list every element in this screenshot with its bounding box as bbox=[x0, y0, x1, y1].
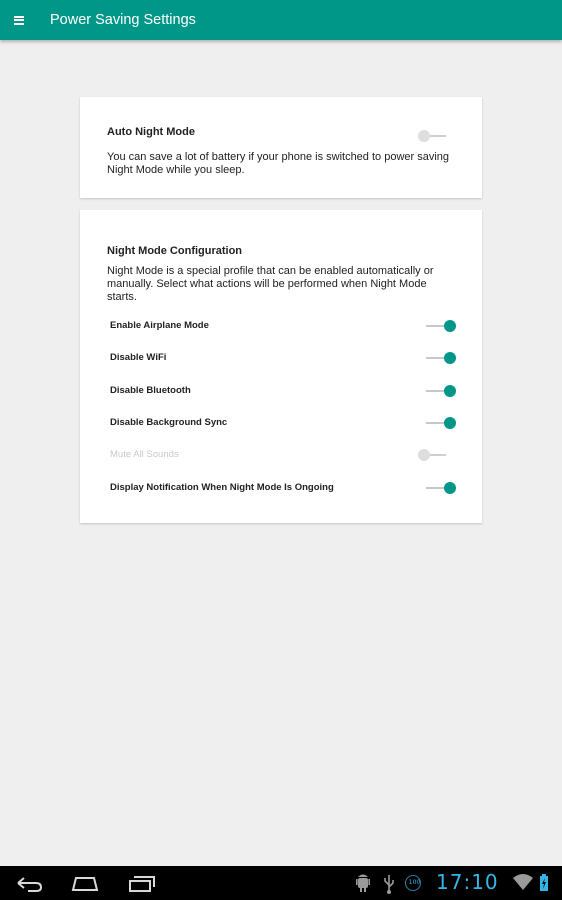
option-disable-wifi[interactable]: Disable WiFi bbox=[110, 348, 460, 368]
option-label: Disable Bluetooth bbox=[110, 385, 191, 396]
battery-badge-text: 100 bbox=[408, 879, 421, 886]
option-label: Display Notification When Night Mode Is … bbox=[110, 482, 334, 493]
battery-icon bbox=[540, 874, 548, 891]
option-label: Mute All Sounds bbox=[110, 449, 179, 460]
menu-button[interactable] bbox=[0, 0, 40, 40]
night-mode-config-title: Night Mode Configuration bbox=[107, 245, 243, 257]
hamburger-icon bbox=[14, 15, 24, 25]
recents-icon[interactable] bbox=[127, 872, 157, 894]
airplane-mode-switch[interactable] bbox=[424, 318, 456, 334]
disable-wifi-switch[interactable] bbox=[424, 350, 456, 366]
night-mode-config-card: Night Mode Configuration Night Mode is a… bbox=[80, 210, 482, 523]
system-bar: 100 17:10 bbox=[0, 866, 562, 900]
disable-bluetooth-switch[interactable] bbox=[424, 383, 456, 399]
option-display-notification[interactable]: Display Notification When Night Mode Is … bbox=[110, 478, 460, 498]
mute-sounds-switch bbox=[418, 447, 450, 463]
auto-night-mode-description: You can save a lot of battery if your ph… bbox=[107, 151, 450, 176]
night-mode-config-description: Night Mode is a special profile that can… bbox=[107, 265, 434, 303]
clock: 17:10 bbox=[436, 870, 499, 894]
page-title: Power Saving Settings bbox=[50, 12, 196, 28]
auto-night-mode-card: Auto Night Mode You can save a lot of ba… bbox=[80, 97, 482, 198]
option-label: Disable Background Sync bbox=[110, 417, 228, 428]
auto-night-mode-switch[interactable] bbox=[418, 128, 450, 144]
option-label: Enable Airplane Mode bbox=[110, 320, 209, 331]
android-debug-icon bbox=[356, 874, 370, 892]
display-notification-switch[interactable] bbox=[424, 480, 456, 496]
option-disable-background-sync[interactable]: Disable Background Sync bbox=[110, 413, 460, 433]
wifi-icon bbox=[513, 874, 533, 890]
home-icon[interactable] bbox=[70, 872, 100, 894]
auto-night-mode-title: Auto Night Mode bbox=[107, 126, 195, 138]
option-label: Disable WiFi bbox=[110, 352, 167, 363]
back-icon[interactable] bbox=[14, 872, 44, 894]
option-airplane-mode[interactable]: Enable Airplane Mode bbox=[110, 316, 460, 336]
disable-sync-switch[interactable] bbox=[424, 415, 456, 431]
app-bar: Power Saving Settings bbox=[0, 0, 562, 40]
option-mute-all-sounds: Mute All Sounds bbox=[110, 445, 460, 465]
battery-100-icon: 100 bbox=[405, 866, 423, 900]
usb-icon bbox=[384, 875, 394, 894]
option-disable-bluetooth[interactable]: Disable Bluetooth bbox=[110, 381, 460, 401]
